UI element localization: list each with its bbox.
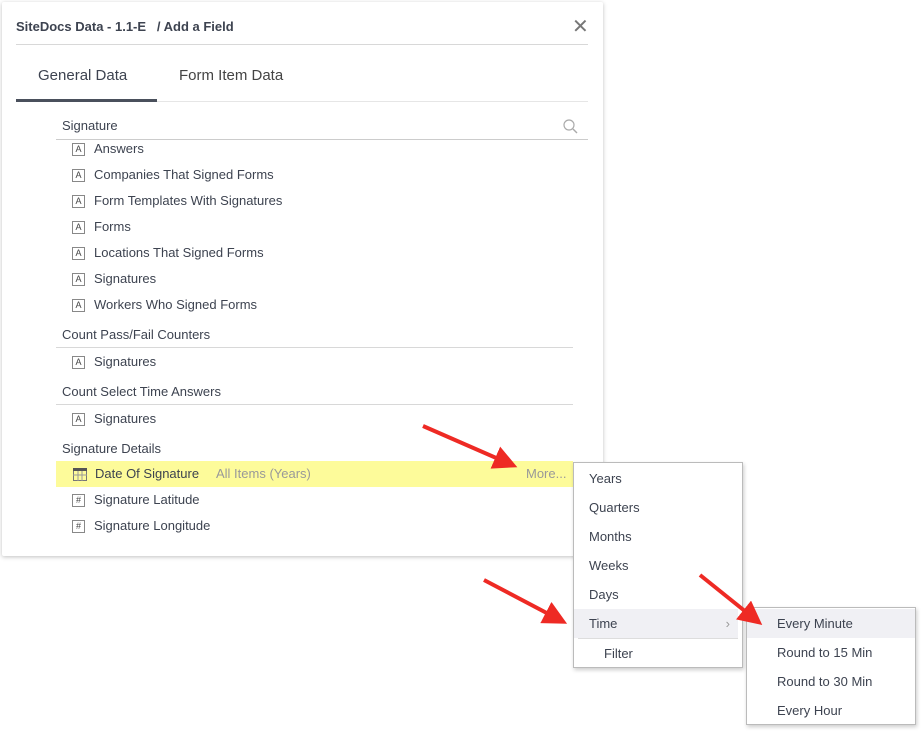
field-label: Signatures <box>94 271 157 286</box>
selected-field-row[interactable]: Date Of Signature All Items (Years) More… <box>56 461 573 487</box>
menu-item-filter[interactable]: Filter <box>574 639 742 668</box>
group-header: Signature Details <box>62 441 161 456</box>
number-field-icon: # <box>72 494 85 508</box>
close-icon[interactable]: ✕ <box>572 14 589 39</box>
field-item[interactable]: A Form Templates With Signatures <box>72 188 282 214</box>
group-divider <box>56 404 573 405</box>
more-button[interactable]: More... <box>526 461 566 487</box>
field-label: Signature Longitude <box>94 518 211 533</box>
search-icon[interactable] <box>563 119 579 135</box>
menu-item-quarters[interactable]: Quarters <box>574 493 742 522</box>
field-item[interactable]: A Forms <box>72 214 131 240</box>
menu-item-time-label: Time <box>589 616 618 631</box>
field-item[interactable]: A Answers <box>72 136 144 162</box>
text-field-icon: A <box>72 221 85 235</box>
time-submenu: Every Minute Round to 15 Min Round to 30… <box>746 607 916 725</box>
field-item[interactable]: # Signature Longitude <box>72 513 210 539</box>
menu-item-months[interactable]: Months <box>574 522 742 551</box>
tab-general-data[interactable]: General Data <box>38 67 127 84</box>
field-item[interactable]: A Workers Who Signed Forms <box>72 292 257 318</box>
field-label: Answers <box>94 141 144 156</box>
text-field-icon: A <box>72 413 85 427</box>
text-field-icon: A <box>72 195 85 209</box>
field-label: Companies That Signed Forms <box>94 167 274 182</box>
field-label: Locations That Signed Forms <box>94 245 264 260</box>
text-field-icon: A <box>72 247 85 261</box>
group-divider <box>56 347 573 348</box>
text-field-icon: A <box>72 169 85 183</box>
text-field-icon: A <box>72 356 85 370</box>
group-header: Count Select Time Answers <box>62 384 221 399</box>
field-label: Signature Latitude <box>94 492 200 507</box>
field-item[interactable]: A Signatures <box>72 349 156 375</box>
arrow-to-time <box>483 578 568 624</box>
field-label: Date Of Signature <box>95 466 200 481</box>
group-header: Count Pass/Fail Counters <box>62 327 211 342</box>
submenu-item-every-minute[interactable]: Every Minute <box>747 609 915 638</box>
text-field-icon: A <box>72 299 85 313</box>
field-label: Signatures <box>94 411 157 426</box>
field-label: Signatures <box>94 354 157 369</box>
field-item[interactable]: # Signature Latitude <box>72 487 200 513</box>
menu-item-years[interactable]: Years <box>574 464 742 493</box>
menu-item-days[interactable]: Days <box>574 580 742 609</box>
dialog-title: SiteDocs Data - 1.1-E / Add a Field <box>16 19 234 34</box>
tab-form-item-data[interactable]: Form Item Data <box>179 67 283 84</box>
add-field-dialog: SiteDocs Data - 1.1-E / Add a Field ✕ Ge… <box>2 2 603 556</box>
dataset-name: SiteDocs Data - 1.1-E <box>16 19 147 34</box>
field-item[interactable]: A Signatures <box>72 266 156 292</box>
text-field-icon: A <box>72 143 85 157</box>
text-field-icon: A <box>72 273 85 287</box>
field-aggregation: All Items (Years) <box>216 466 311 481</box>
chevron-right-icon: › <box>725 616 730 631</box>
dialog-subtitle: / Add a Field <box>156 19 234 34</box>
field-item[interactable]: A Signatures <box>72 406 156 432</box>
field-label: Forms <box>94 219 131 234</box>
field-item[interactable]: A Locations That Signed Forms <box>72 240 264 266</box>
aggregation-menu: Years Quarters Months Weeks Days Time › F… <box>573 462 743 668</box>
submenu-item-round-15[interactable]: Round to 15 Min <box>747 638 915 667</box>
submenu-item-every-hour[interactable]: Every Hour <box>747 696 915 725</box>
field-label: Workers Who Signed Forms <box>94 297 258 312</box>
calendar-table-icon <box>73 468 87 481</box>
field-item[interactable]: A Companies That Signed Forms <box>72 162 274 188</box>
menu-item-time[interactable]: Time › <box>574 609 738 638</box>
divider <box>16 44 588 45</box>
submenu-item-round-30[interactable]: Round to 30 Min <box>747 667 915 696</box>
field-label: Form Templates With Signatures <box>94 193 283 208</box>
number-field-icon: # <box>72 520 85 534</box>
menu-item-weeks[interactable]: Weeks <box>574 551 742 580</box>
active-tab-indicator <box>16 99 157 102</box>
